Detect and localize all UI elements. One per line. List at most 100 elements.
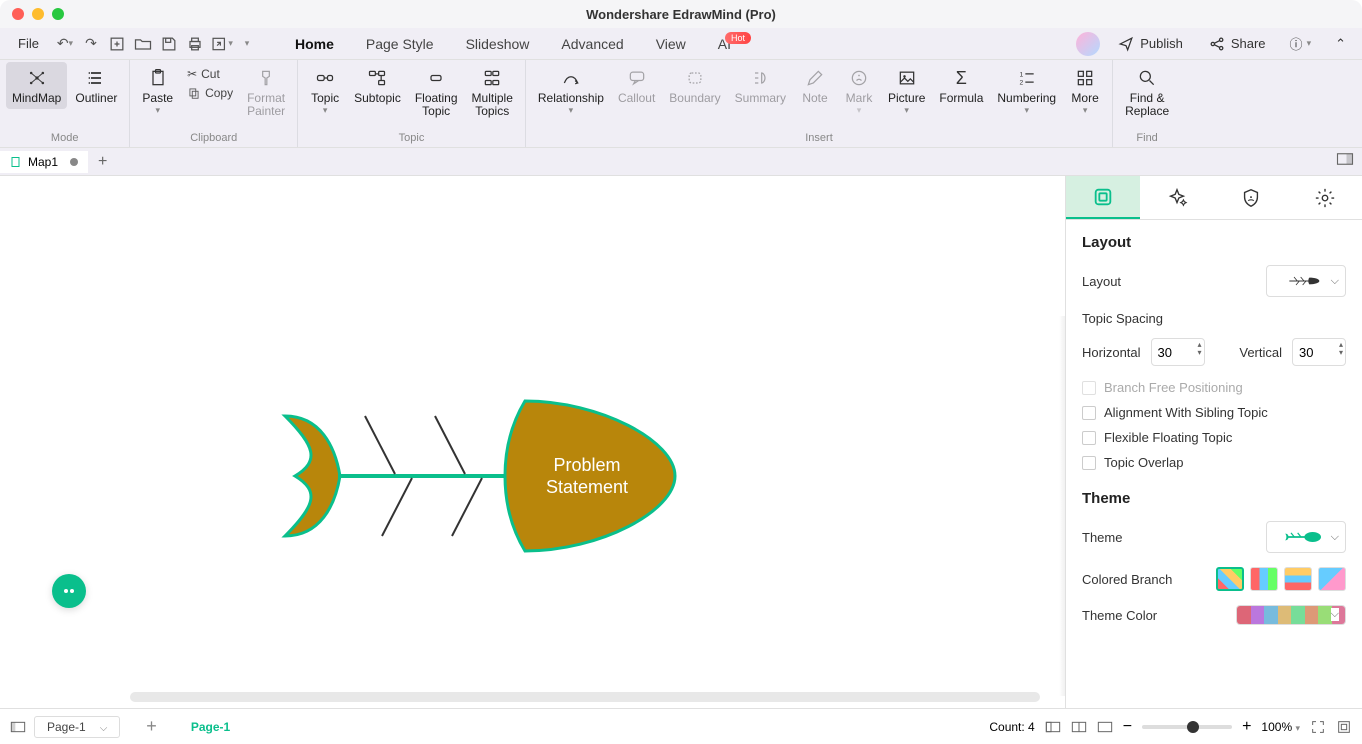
publish-button[interactable]: Publish <box>1108 30 1191 58</box>
find-group-label: Find <box>1136 132 1157 147</box>
user-avatar[interactable] <box>1076 32 1100 56</box>
page-tab-1[interactable]: Page-1 <box>175 716 246 738</box>
new-button[interactable] <box>105 32 129 56</box>
sp-tab-layout[interactable] <box>1066 176 1140 219</box>
doc-tab-map1[interactable]: Map1 <box>0 151 88 173</box>
tab-page-style[interactable]: Page Style <box>350 30 450 58</box>
close-window-button[interactable] <box>12 8 24 20</box>
view-mode-1-icon[interactable] <box>1045 720 1061 734</box>
share-button[interactable]: Share <box>1199 30 1274 58</box>
maximize-window-button[interactable] <box>52 8 64 20</box>
fishbone-diagram[interactable]: Problem Statement <box>120 346 820 696</box>
collapse-ribbon-button[interactable]: ⌃ <box>1327 32 1354 56</box>
horizontal-label: Horizontal <box>1082 345 1141 360</box>
zoom-level[interactable]: 100% ▾ <box>1261 720 1300 734</box>
branch-opt-2[interactable] <box>1250 567 1278 591</box>
new-doc-button[interactable]: + <box>88 149 117 175</box>
zoom-in-button[interactable]: + <box>1242 718 1251 736</box>
fit-screen-icon[interactable] <box>1310 719 1326 735</box>
multiple-topics-button[interactable]: Multiple Topics <box>466 62 519 122</box>
format-painter-button[interactable]: Format Painter <box>241 62 291 122</box>
doc-tabs: Map1 + <box>0 148 1362 176</box>
add-page-button[interactable]: + <box>136 716 167 737</box>
align-sibling-checkbox[interactable]: Alignment With Sibling Topic <box>1082 405 1346 420</box>
view-mode-2-icon[interactable] <box>1071 720 1087 734</box>
numbering-button[interactable]: 12Numbering▾ <box>991 62 1062 120</box>
theme-select[interactable] <box>1266 521 1346 553</box>
note-icon <box>803 66 827 90</box>
ai-assistant-fab[interactable] <box>52 574 86 608</box>
formula-button[interactable]: ΣFormula <box>933 62 989 120</box>
tab-ai[interactable]: AIHot <box>702 30 767 58</box>
view-mode-3-icon[interactable] <box>1097 720 1113 734</box>
boundary-icon <box>683 66 707 90</box>
layout-label: Layout <box>1082 274 1121 289</box>
theme-color-select[interactable] <box>1236 605 1346 625</box>
open-button[interactable] <box>131 32 155 56</box>
sp-tab-icon[interactable] <box>1214 176 1288 219</box>
branch-opt-4[interactable] <box>1318 567 1346 591</box>
topic-overlap-checkbox[interactable]: Topic Overlap <box>1082 455 1346 470</box>
mark-button[interactable]: Mark▾ <box>838 62 880 120</box>
find-replace-button[interactable]: Find & Replace <box>1119 62 1175 122</box>
callout-button[interactable]: Callout <box>612 62 661 120</box>
mindmap-mode-button[interactable]: MindMap <box>6 62 67 109</box>
outliner-mode-button[interactable]: Outliner <box>69 62 123 109</box>
horizontal-scrollbar[interactable] <box>130 692 1040 702</box>
tab-advanced[interactable]: Advanced <box>545 30 639 58</box>
panel-toggle-button[interactable] <box>1336 152 1362 171</box>
callout-icon <box>625 66 649 90</box>
copy-icon <box>187 86 201 100</box>
doc-icon <box>10 156 22 168</box>
summary-icon <box>748 66 772 90</box>
zoom-slider[interactable] <box>1142 725 1232 729</box>
qat-more-button[interactable]: ▾ <box>235 32 259 56</box>
topic-button[interactable]: Topic▾ <box>304 62 346 122</box>
canvas[interactable]: Problem Statement <box>0 176 1065 708</box>
fullscreen-icon[interactable] <box>1336 719 1352 735</box>
help-button[interactable]: ⓘ▾ <box>1282 30 1320 57</box>
save-button[interactable] <box>157 32 181 56</box>
sp-tab-settings[interactable] <box>1288 176 1362 219</box>
export-button[interactable]: ▾ <box>209 32 233 56</box>
floating-topic-button[interactable]: Floating Topic <box>409 62 464 122</box>
tab-view[interactable]: View <box>640 30 702 58</box>
copy-button[interactable]: Copy <box>181 85 239 101</box>
picture-button[interactable]: Picture▾ <box>882 62 931 120</box>
main-topic-text[interactable]: Problem <box>553 455 620 475</box>
file-menu[interactable]: File <box>8 32 49 55</box>
branch-opt-3[interactable] <box>1284 567 1312 591</box>
paste-button[interactable]: Paste ▾ <box>136 62 179 122</box>
undo-button[interactable]: ↶▾ <box>53 32 77 56</box>
tab-home[interactable]: Home <box>279 30 350 58</box>
horizontal-input[interactable]: 30▴▾ <box>1151 338 1205 366</box>
print-button[interactable] <box>183 32 207 56</box>
subtopic-button[interactable]: Subtopic <box>348 62 407 122</box>
zoom-out-button[interactable]: − <box>1123 718 1132 736</box>
formula-icon: Σ <box>949 66 973 90</box>
more-button[interactable]: More▾ <box>1064 62 1106 120</box>
svg-text:Statement[interactable]: Statement <box>546 477 628 497</box>
paste-icon <box>146 66 170 90</box>
mindmap-icon <box>25 66 49 90</box>
theme-label: Theme <box>1082 530 1122 545</box>
side-panel: Layout Layout Topic Spacing Horizontal 3… <box>1065 176 1362 708</box>
relationship-button[interactable]: Relationship▾ <box>532 62 610 120</box>
flex-float-checkbox[interactable]: Flexible Floating Topic <box>1082 430 1346 445</box>
vertical-label: Vertical <box>1239 345 1282 360</box>
summary-button[interactable]: Summary <box>729 62 792 120</box>
vertical-input[interactable]: 30▴▾ <box>1292 338 1346 366</box>
note-button[interactable]: Note <box>794 62 836 120</box>
page-select[interactable]: Page-1 <box>34 716 120 738</box>
boundary-button[interactable]: Boundary <box>663 62 726 120</box>
branch-opt-1[interactable] <box>1216 567 1244 591</box>
minimize-window-button[interactable] <box>32 8 44 20</box>
sp-tab-style[interactable] <box>1140 176 1214 219</box>
layout-select[interactable] <box>1266 265 1346 297</box>
redo-button[interactable]: ↷ <box>79 32 103 56</box>
tab-slideshow[interactable]: Slideshow <box>450 30 546 58</box>
cut-button[interactable]: ✂Cut <box>181 66 239 82</box>
relationship-icon <box>559 66 583 90</box>
page-list-icon[interactable] <box>10 720 26 734</box>
insert-group-label: Insert <box>805 132 833 147</box>
